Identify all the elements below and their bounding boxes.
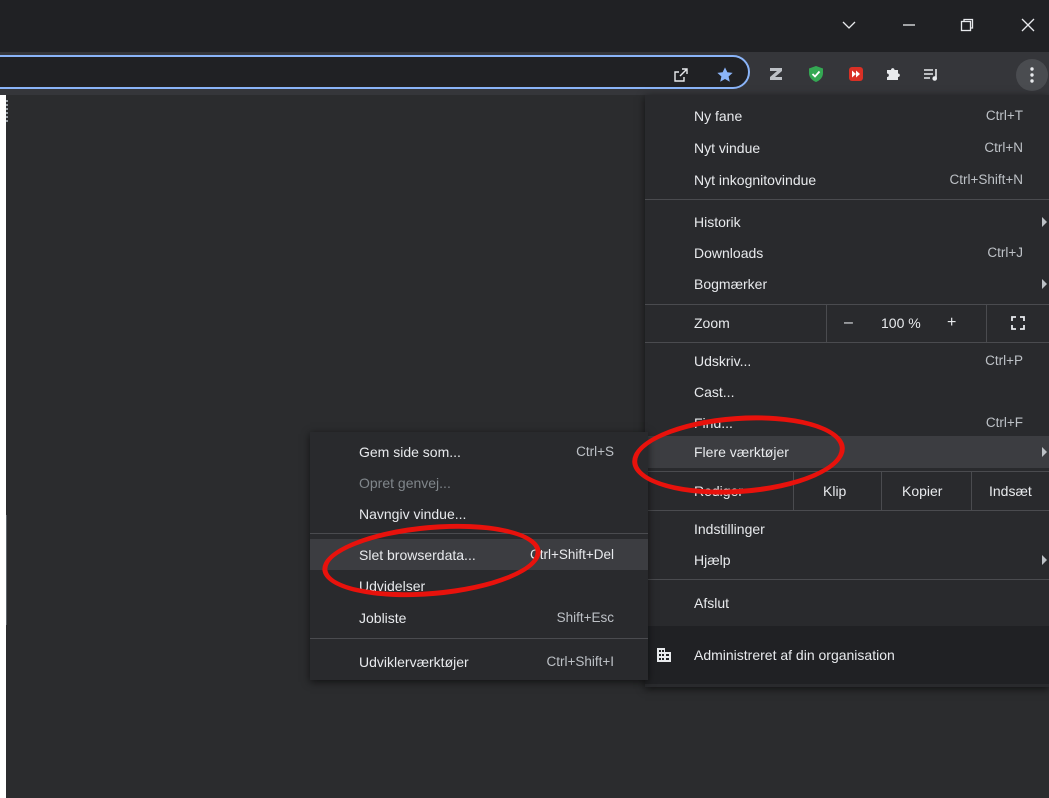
menu-item-shortcut: Ctrl+T <box>985 108 1023 123</box>
zoom-in-button[interactable]: + <box>947 314 956 332</box>
tab-search-chevron-icon[interactable] <box>826 8 872 42</box>
z-extension-icon[interactable] <box>766 64 786 84</box>
submenu-arrow-icon <box>1042 278 1047 289</box>
menu-item-label: Slet browserdata... <box>359 546 476 563</box>
zoom-label: Zoom <box>694 315 730 331</box>
menu-item-label: Navngiv vindue... <box>359 505 467 522</box>
menu-item-help[interactable]: Hjælp <box>645 544 1049 575</box>
menu-item-label: Bogmærker <box>694 275 768 292</box>
menu-item-label: Opret genvej... <box>359 474 451 491</box>
menu-separator <box>310 533 648 534</box>
edit-label: Rediger <box>694 483 744 499</box>
menu-item-label: Ny fane <box>694 107 743 124</box>
menu-item-label: Nyt vindue <box>694 139 761 156</box>
menu-item-label: Udvidelser <box>359 577 426 594</box>
menu-item-shortcut: Ctrl+S <box>576 444 614 459</box>
menu-item-more-tools[interactable]: Flere værktøjer <box>645 436 1049 468</box>
menu-item-extensions[interactable]: Udvidelser <box>310 570 648 601</box>
submenu-arrow-icon <box>1042 447 1047 457</box>
menu-item-task-manager[interactable]: Jobliste Shift+Esc <box>310 602 648 633</box>
title-bar <box>0 0 1049 52</box>
menu-item-label: Gem side som... <box>359 443 461 460</box>
menu-item-settings[interactable]: Indstillinger <box>645 513 1049 544</box>
menu-item-shortcut: Ctrl+Shift+I <box>546 654 614 669</box>
fullscreen-icon[interactable] <box>1011 316 1025 333</box>
menu-item-shortcut: Shift+Esc <box>556 610 614 625</box>
cut-button[interactable]: Klip <box>823 483 846 499</box>
menu-item-label: Cast... <box>694 383 735 400</box>
menu-divider <box>793 472 794 510</box>
menu-item-name-window[interactable]: Navngiv vindue... <box>310 498 648 529</box>
zoom-row: Zoom – 100 % + <box>645 304 1049 342</box>
menu-separator <box>645 199 1049 200</box>
address-bar[interactable] <box>0 55 750 89</box>
menu-item-downloads[interactable]: Downloads Ctrl+J <box>645 237 1049 268</box>
extensions-puzzle-icon[interactable] <box>883 64 903 84</box>
menu-item-clear-browsing-data[interactable]: Slet browserdata... Ctrl+Shift+Del <box>310 539 648 570</box>
menu-item-shortcut: Ctrl+J <box>987 245 1023 260</box>
menu-item-print[interactable]: Udskriv... Ctrl+P <box>645 345 1049 376</box>
screen: Ny fane Ctrl+T Nyt vindue Ctrl+N Nyt ink… <box>0 0 1049 798</box>
menu-item-find[interactable]: Find... Ctrl+F <box>645 407 1049 438</box>
menu-item-label: Flere værktøjer <box>694 444 789 460</box>
menu-item-developer-tools[interactable]: Udviklerværktøjer Ctrl+Shift+I <box>310 646 648 677</box>
menu-item-label: Find... <box>694 414 733 431</box>
menu-item-label: Hjælp <box>694 551 731 568</box>
reading-list-icon[interactable] <box>921 64 941 84</box>
menu-item-label: Udskriv... <box>694 352 752 369</box>
menu-item-new-tab[interactable]: Ny fane Ctrl+T <box>645 100 1049 131</box>
menu-item-shortcut: Ctrl+N <box>984 140 1023 155</box>
submenu-arrow-icon <box>1042 554 1047 565</box>
menu-item-label: Downloads <box>694 244 764 261</box>
menu-item-shortcut: Ctrl+P <box>985 353 1023 368</box>
menu-divider <box>971 472 972 510</box>
menu-item-label: Historik <box>694 213 741 230</box>
managed-by-organisation[interactable]: Administreret af din organisation <box>645 626 1049 684</box>
zoom-level: 100 % <box>881 315 921 331</box>
menu-item-label: Indstillinger <box>694 520 765 537</box>
minimize-icon[interactable] <box>886 8 932 42</box>
menu-separator <box>645 579 1049 580</box>
menu-item-new-window[interactable]: Nyt vindue Ctrl+N <box>645 132 1049 163</box>
edit-row: Rediger Klip Kopier Indsæt <box>645 472 1049 510</box>
menu-item-label: Afslut <box>694 594 730 611</box>
content-edge-marker <box>6 100 10 122</box>
submenu-arrow-icon <box>1042 216 1047 227</box>
bookmark-star-icon[interactable] <box>715 65 735 85</box>
menu-separator <box>310 638 648 639</box>
more-tools-submenu: Gem side som... Ctrl+S Opret genvej... N… <box>310 432 648 680</box>
toolbar <box>0 52 1049 95</box>
menu-item-shortcut: Ctrl+F <box>985 415 1023 430</box>
shield-extension-icon[interactable] <box>806 64 826 84</box>
menu-item-label: Jobliste <box>359 609 407 626</box>
zoom-out-button[interactable]: – <box>844 314 853 332</box>
menu-divider <box>881 472 882 510</box>
menu-item-shortcut: Ctrl+Shift+Del <box>529 547 614 562</box>
menu-item-save-page-as[interactable]: Gem side som... Ctrl+S <box>310 436 648 467</box>
menu-divider <box>986 304 987 342</box>
paste-button[interactable]: Indsæt <box>989 483 1032 499</box>
menu-item-history[interactable]: Historik <box>645 206 1049 237</box>
close-icon[interactable] <box>1005 8 1049 42</box>
managed-label: Administreret af din organisation <box>694 647 895 663</box>
menu-separator <box>645 342 1049 343</box>
building-icon <box>656 647 672 666</box>
menu-item-new-incognito-window[interactable]: Nyt inkognitovindue Ctrl+Shift+N <box>645 164 1049 195</box>
menu-separator <box>645 510 1049 511</box>
menu-item-label: Nyt inkognitovindue <box>694 171 817 188</box>
restore-icon[interactable] <box>944 8 990 42</box>
menu-item-shortcut: Ctrl+Shift+N <box>949 172 1023 187</box>
menu-item-exit[interactable]: Afslut <box>645 587 1049 618</box>
menu-item-create-shortcut: Opret genvej... <box>310 467 648 498</box>
red-extension-icon[interactable] <box>846 64 866 84</box>
menu-item-bookmarks[interactable]: Bogmærker <box>645 268 1049 299</box>
menu-divider <box>826 304 827 342</box>
menu-item-label: Udviklerværktøjer <box>359 653 469 670</box>
menu-item-cast[interactable]: Cast... <box>645 376 1049 407</box>
kebab-menu-icon[interactable] <box>1016 59 1048 91</box>
content-edge-line <box>6 515 7 625</box>
share-icon[interactable] <box>671 65 691 85</box>
copy-button[interactable]: Kopier <box>902 483 942 499</box>
chrome-main-menu: Ny fane Ctrl+T Nyt vindue Ctrl+N Nyt ink… <box>645 95 1049 687</box>
